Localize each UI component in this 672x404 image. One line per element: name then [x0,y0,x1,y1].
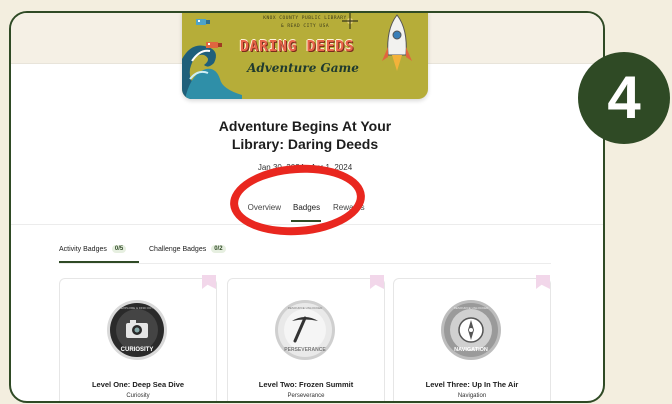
badge-caption: EXPLORE & FIND OUT [121,306,153,310]
badge-category-tabs: Activity Badges 0/5 Challenge Badges 0/2 [59,245,579,269]
badge-label: PERSEVERANCE [284,347,326,353]
fish-icon [206,42,222,48]
tab-activity-badges[interactable]: Activity Badges 0/5 [59,245,127,253]
program-banner: KNOX COUNTY PUBLIC LIBRARY & READ CITY U… [182,13,428,99]
badge-count: 0/2 [211,245,226,253]
tab-label: Activity Badges [59,245,107,253]
banner-subtitle: Adventure Game [247,61,359,75]
bookmark-icon [536,275,550,289]
step-number-badge: 4 [578,52,670,144]
badge-skill: Perseverance [287,393,325,399]
banner-title: DARING DEEDS [239,37,355,55]
badge-title: Level One: Deep Sea Dive [91,380,185,389]
pickaxe-icon: PERSEVERANCE RESOURCE UNLOCKED [275,300,335,360]
badge-title: Level Two: Frozen Summit [258,380,354,389]
page-title: Adventure Begins At Your Library: Daring… [218,118,392,152]
badge-skill: Navigation [457,393,487,399]
badge-title: Level Three: Up In The Air [425,380,519,389]
camera-icon: CURIOSITY EXPLORE & FIND OUT [107,300,167,360]
badge-count: 0/5 [111,245,127,253]
library-name: KNOX COUNTY PUBLIC LIBRARY [263,16,347,21]
tab-challenge-badges[interactable]: Challenge Badges 0/2 [149,245,226,253]
badge-skill: Curiosity [126,393,150,399]
badge-card[interactable]: NAVIGATION RESOURCE UNLOCKED Level Three… [393,275,551,401]
bookmark-icon [370,275,384,289]
badge-caption: RESOURCE UNLOCKED [454,306,489,310]
bookmark-icon [202,275,216,289]
tab-label: Challenge Badges [149,245,207,253]
badge-label: CURIOSITY [121,347,154,353]
library-partner: & READ CITY USA [280,24,330,29]
subtab-divider [59,263,551,264]
badge-label: NAVIGATION [454,347,488,353]
compass-icon: NAVIGATION RESOURCE UNLOCKED [441,300,501,360]
badge-card[interactable]: CURIOSITY EXPLORE & FIND OUT Level One: … [59,275,217,401]
badge-card[interactable]: PERSEVERANCE RESOURCE UNLOCKED Level Two… [227,275,385,401]
badge-caption: RESOURCE UNLOCKED [288,306,323,310]
